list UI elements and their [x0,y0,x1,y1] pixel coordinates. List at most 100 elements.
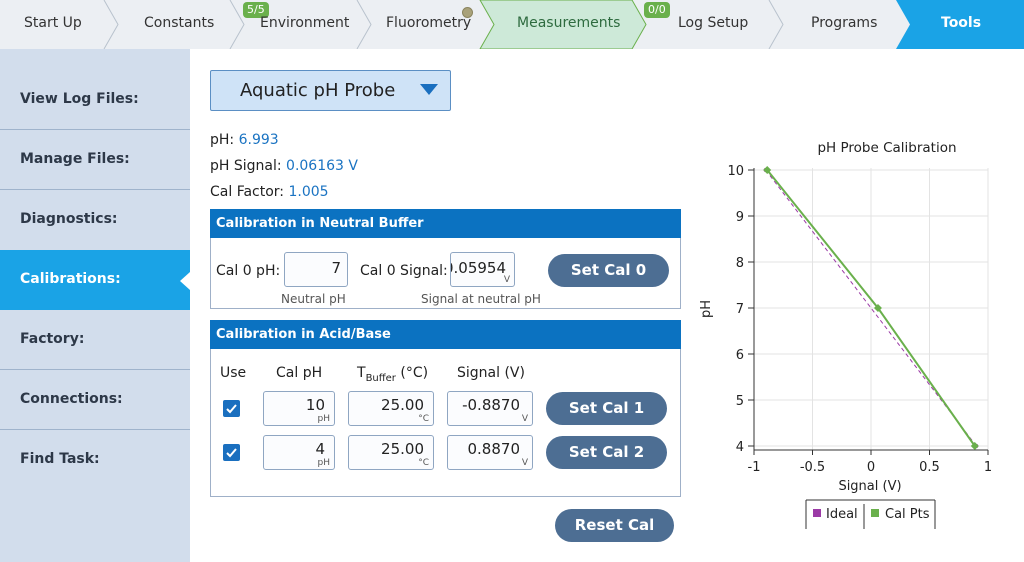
cal1-signal-unit: V [521,414,528,424]
set-cal1-button[interactable]: Set Cal 1 [546,392,667,425]
chart-y-axis-label: pH [699,300,714,318]
checkmark-icon [226,404,237,414]
sidebar-item-factory[interactable]: Factory: [0,310,190,370]
sidebar-item-view-log-files[interactable]: View Log Files: [0,70,190,130]
step-label: Start Up [24,15,82,31]
step-label: Programs [811,15,878,31]
step-environment[interactable]: 5/5 Environment [230,0,357,49]
cal1-ph-unit: pH [317,414,330,424]
legend-label-cal-pts: Cal Pts [885,507,930,522]
temp-column-header: TBuffer (°C) [357,365,428,384]
cal0-signal-value: 0.05954 [450,259,506,277]
sidebar-item-connections[interactable]: Connections: [0,370,190,430]
chart-x-axis-label: Signal (V) [838,479,901,494]
step-start-up[interactable]: Start Up [0,0,104,49]
cal1-ph-input[interactable]: 10 pH [263,391,335,426]
chart-y-tick-label: 10 [727,164,744,179]
ph-signal-reading: pH Signal: 0.06163 V [210,158,358,174]
sidebar-item-label: Find Task: [20,451,100,467]
temp-header-subscript: Buffer [365,372,396,384]
cal0-ph-value: 7 [331,259,341,277]
cal1-temp-unit: °C [418,414,429,424]
sensor-dropdown[interactable]: Aquatic pH Probe [210,70,451,111]
legend-swatch-ideal [813,509,821,517]
sidebar-item-find-task[interactable]: Find Task: [0,430,190,490]
step-programs[interactable]: Programs [769,0,896,49]
ph-reading-value: 6.993 [238,132,279,148]
sidebar-item-label: Connections: [20,391,123,407]
step-fluorometry[interactable]: Fluorometry [357,0,480,49]
chart-x-tick-label: 1 [984,460,992,475]
step-label: Constants [144,15,215,31]
chart-x-tick-label: 0 [867,460,875,475]
acid-base-panel: Calibration in Acid/Base Use Cal pH TBuf… [210,320,681,497]
cal2-ph-input[interactable]: 4 pH [263,435,335,470]
sidebar-item-label: Manage Files: [20,151,130,167]
use-cal2-checkbox[interactable] [223,444,240,461]
cal1-ph-value: 10 [305,396,325,414]
step-measurements[interactable]: Measurements [480,0,632,49]
sidebar: View Log Files: Manage Files: Diagnostic… [0,49,190,562]
cal1-signal-input[interactable]: -0.8870 V [447,391,533,426]
reset-cal-button[interactable]: Reset Cal [555,509,674,542]
cal2-temp-value: 25.00 [381,440,424,458]
cal0-signal-hint: Signal at neutral pH [421,292,541,306]
step-label: Measurements [517,15,621,31]
sidebar-item-label: View Log Files: [20,91,139,107]
cal0-ph-label: Cal 0 pH: [216,263,281,279]
set-cal2-button[interactable]: Set Cal 2 [546,436,667,469]
chart-y-tick-label: 4 [736,440,744,455]
step-label: Fluorometry [386,15,472,31]
ph-reading: pH: 6.993 [210,132,279,148]
signal-column-header: Signal (V) [457,365,525,381]
step-log-setup[interactable]: 0/0 Log Setup [632,0,769,49]
chart-x-tick-label: -1 [748,460,761,475]
neutral-buffer-panel: Calibration in Neutral Buffer Cal 0 pH: … [210,209,681,309]
step-label: Tools [941,15,982,31]
chart-y-tick-label: 5 [736,394,744,409]
cal2-signal-value: 0.8870 [467,440,521,458]
cal0-signal-unit: V [503,275,510,285]
set-cal0-button[interactable]: Set Cal 0 [548,254,669,287]
step-constants[interactable]: Constants [104,0,230,49]
cal0-ph-input[interactable]: 7 [284,252,348,287]
cal0-signal-input[interactable]: 0.05954 V [450,252,515,287]
calibration-chart-svg: pH Probe Calibration -1 -0.5 0 0.5 1 4 5 6 7 8 9 10 S… [699,140,992,529]
chart-y-tick-label: 6 [736,348,744,363]
selected-pointer-icon [180,272,190,290]
chart-y-tick-label: 8 [736,256,744,271]
chart-x-tick-label: 0.5 [919,460,940,475]
checkmark-icon [226,448,237,458]
cal2-ph-unit: pH [317,458,330,468]
sidebar-item-calibrations[interactable]: Calibrations: [0,250,190,310]
ph-signal-label: pH Signal: [210,158,282,174]
cal2-temp-input[interactable]: 25.00 °C [348,435,434,470]
sidebar-item-label: Factory: [20,331,85,347]
cal2-signal-input[interactable]: 0.8870 V [447,435,533,470]
step-label: Environment [260,15,350,31]
use-cal1-checkbox[interactable] [223,400,240,417]
calibration-chart: pH Probe Calibration -1 -0.5 0 0.5 1 4 5 6 7 8 9 10 S… [690,130,1020,540]
dropdown-caret-icon [420,84,438,95]
sidebar-item-diagnostics[interactable]: Diagnostics: [0,190,190,250]
sidebar-item-manage-files[interactable]: Manage Files: [0,130,190,190]
sidebar-item-label: Diagnostics: [20,211,118,227]
cal1-temp-input[interactable]: 25.00 °C [348,391,434,426]
legend-swatch-cal-pts [871,509,879,517]
cal0-signal-label: Cal 0 Signal: [360,263,448,279]
cal1-temp-value: 25.00 [381,396,424,414]
chart-y-tick-label: 9 [736,210,744,225]
cal1-signal-value: -0.8870 [462,396,520,414]
legend-label-ideal: Ideal [826,507,858,522]
cal2-temp-unit: °C [418,458,429,468]
step-count-badge: 0/0 [644,2,670,18]
sidebar-item-label: Calibrations: [20,271,121,287]
panel-title: Calibration in Neutral Buffer [210,209,681,238]
step-tools[interactable]: Tools [896,0,1024,49]
ph-reading-label: pH: [210,132,235,148]
use-column-header: Use [220,365,247,381]
panel-title: Calibration in Acid/Base [210,320,681,349]
chart-x-tick-label: -0.5 [800,460,825,475]
ph-signal-value: 0.06163 V [286,158,358,174]
cal-factor-reading: Cal Factor: 1.005 [210,184,329,200]
